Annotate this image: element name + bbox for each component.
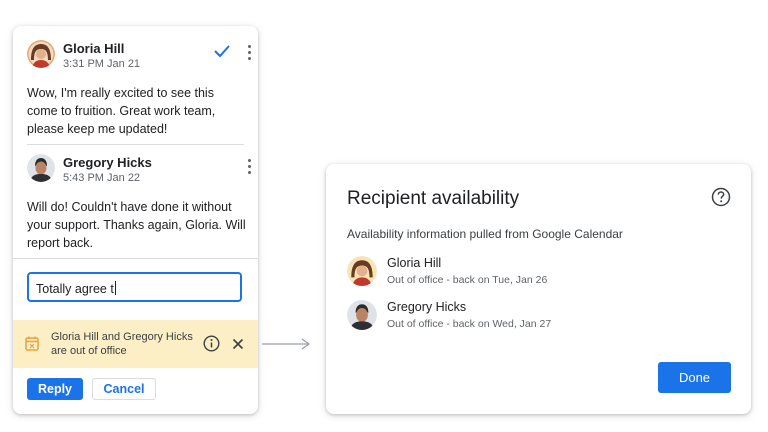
info-icon[interactable]: [203, 335, 220, 357]
comment-author: Gregory Hicks: [63, 155, 152, 170]
arrow-connector-icon: [262, 338, 311, 350]
comment-line: Wow, I'm really excited to see this: [27, 86, 214, 100]
more-vert-icon[interactable]: [246, 45, 252, 63]
close-icon[interactable]: [232, 337, 244, 355]
reply-input-value: Totally agree t: [36, 282, 114, 296]
avatar: [27, 154, 55, 182]
divider: [13, 258, 258, 259]
calendar-icon: [25, 336, 39, 356]
comment-body: Will do! Couldn't have done it without y…: [27, 198, 247, 252]
recipient-row: Gregory Hicks Out of office - back on We…: [347, 300, 727, 332]
avatar: [347, 256, 377, 286]
avatar: [347, 300, 377, 330]
done-button[interactable]: Done: [658, 362, 731, 393]
check-icon[interactable]: [213, 43, 231, 64]
comment-line: your support. Thanks again, Gloria. Will: [27, 218, 246, 232]
comment-timestamp: 5:43 PM Jan 22: [63, 172, 141, 184]
avatar: [27, 40, 55, 68]
comment-header: Gregory Hicks 5:43 PM Jan 22: [27, 154, 251, 186]
text-caret: [114, 281, 116, 295]
dialog-title: Recipient availability: [347, 188, 520, 209]
recipient-status: Out of office - back on Tue, Jan 26: [387, 274, 548, 286]
comment-timestamp: 3:31 PM Jan 21: [63, 58, 141, 70]
divider: [27, 144, 244, 145]
comment-line: please keep me updated!: [27, 122, 168, 136]
comment-line: report back.: [27, 236, 94, 250]
recipient-status: Out of office - back on Wed, Jan 27: [387, 318, 552, 330]
comment-gregory: Gregory Hicks 5:43 PM Jan 22 Will do! Co…: [27, 154, 251, 252]
comment-header: Gloria Hill 3:31 PM Jan 21: [27, 40, 251, 72]
comment-line: Will do! Couldn't have done it without: [27, 200, 232, 214]
recipient-availability-dialog: Recipient availability Availability info…: [326, 164, 751, 414]
out-of-office-banner: Gloria Hill and Gregory Hicks are out of…: [13, 320, 258, 368]
reply-button[interactable]: Reply: [27, 378, 83, 400]
comment-gloria: Gloria Hill 3:31 PM Jan 21 Wow, I'm real…: [27, 40, 251, 138]
recipient-name: Gloria Hill: [387, 256, 442, 270]
recipient-name: Gregory Hicks: [387, 300, 467, 314]
comment-line: come to fruition. Great work team,: [27, 104, 216, 118]
more-vert-icon[interactable]: [246, 159, 252, 177]
comment-body: Wow, I'm really excited to see this come…: [27, 84, 247, 138]
banner-message: Gloria Hill and Gregory Hicks are out of…: [51, 331, 193, 357]
reply-input[interactable]: Totally agree t: [27, 272, 242, 302]
recipient-row: Gloria Hill Out of office - back on Tue,…: [347, 256, 727, 288]
help-icon[interactable]: [711, 187, 731, 212]
cancel-button[interactable]: Cancel: [92, 378, 156, 400]
comment-author: Gloria Hill: [63, 41, 125, 56]
comment-thread-card: Gloria Hill 3:31 PM Jan 21 Wow, I'm real…: [13, 26, 258, 414]
dialog-subtitle: Availability information pulled from Goo…: [347, 227, 623, 241]
